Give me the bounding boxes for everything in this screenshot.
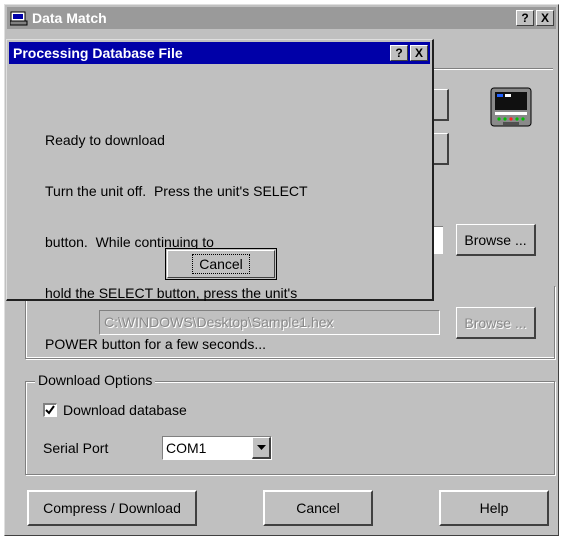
serial-port-select[interactable]: COM1 (162, 436, 272, 460)
cancel-label: Cancel (296, 500, 340, 516)
device-icon (489, 84, 533, 130)
message-line-1: Ready to download (45, 132, 165, 148)
browse-button[interactable]: Browse ... (456, 224, 536, 256)
serial-port-dropdown-button[interactable] (252, 437, 271, 459)
dialog-cancel-label: Cancel (192, 254, 250, 274)
download-database-checkbox[interactable] (43, 403, 57, 417)
app-icon (9, 10, 28, 26)
message-line-2: Turn the unit off. Press the unit's SELE… (45, 183, 308, 199)
main-help-button[interactable]: ? (516, 10, 534, 26)
cancel-button[interactable]: Cancel (263, 490, 373, 526)
compress-download-label: Compress / Download (43, 500, 181, 516)
chevron-down-icon (256, 444, 266, 450)
message-line-4: hold the SELECT button, press the unit's (45, 285, 298, 301)
help-button[interactable]: Help (439, 490, 549, 526)
dialog-title-bar[interactable]: Processing Database File ? X (9, 42, 430, 64)
help-label: Help (479, 500, 509, 516)
dialog-close-button[interactable]: X (410, 45, 428, 61)
dialog-cancel-button[interactable]: Cancel (165, 248, 277, 280)
main-title: Data Match (32, 10, 107, 26)
checkmark-icon (45, 405, 55, 415)
dialog-title: Processing Database File (13, 45, 183, 61)
compress-download-button[interactable]: Compress / Download (27, 490, 197, 526)
download-database-label[interactable]: Download database (63, 402, 187, 418)
main-close-button[interactable]: X (536, 10, 554, 26)
top-separator (431, 68, 553, 70)
serial-port-value: COM1 (166, 440, 207, 456)
dialog-help-button[interactable]: ? (390, 45, 408, 61)
message-line-5: POWER button for a few seconds... (45, 336, 266, 352)
browse-button-disabled: Browse ... (456, 307, 536, 339)
serial-port-label: Serial Port (43, 440, 109, 456)
download-options-group (25, 381, 555, 475)
browse-button-label: Browse ... (464, 231, 527, 248)
processing-dialog: Processing Database File ? X Ready to do… (6, 39, 434, 352)
dialog-message: Ready to download Turn the unit off. Pre… (45, 98, 308, 387)
main-title-bar[interactable]: Data Match ? X (7, 7, 556, 29)
browse-button-disabled-label: Browse ... (464, 314, 527, 331)
